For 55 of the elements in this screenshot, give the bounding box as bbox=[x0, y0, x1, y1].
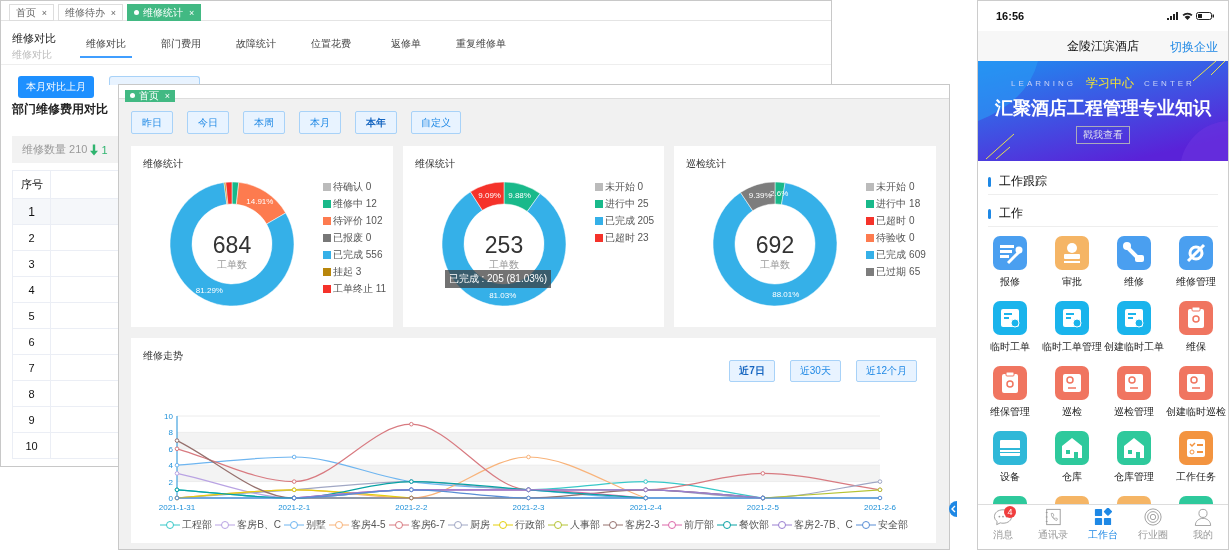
card-title: 维修走势 bbox=[142, 349, 183, 363]
table-cell: 7 bbox=[13, 355, 51, 380]
table-cell: 1 bbox=[13, 199, 51, 224]
table-cell: 4 bbox=[13, 277, 51, 302]
axis-label: 6 bbox=[168, 444, 173, 454]
percent-label: 9.88% bbox=[507, 191, 531, 201]
table-cell: 3 bbox=[13, 251, 51, 276]
total-value: 684 bbox=[212, 232, 252, 258]
stat-change: 1 bbox=[101, 143, 108, 156]
card-title: 维保统计 bbox=[413, 157, 456, 171]
axis-label: 10 bbox=[164, 412, 173, 421]
page-title: 维修对比 bbox=[12, 31, 57, 46]
table-cell: 8 bbox=[13, 381, 51, 406]
total-label: 工单数 bbox=[760, 259, 791, 270]
stat-label: 维修数量 210 bbox=[22, 142, 88, 157]
card-title: 维修统计 bbox=[142, 157, 184, 171]
section-heading: 工作 bbox=[999, 205, 1023, 222]
axis-label: 2021-2-5 bbox=[746, 503, 779, 512]
axis-label: 8 bbox=[168, 428, 173, 438]
hotel-name: 金陵江滨酒店 bbox=[1067, 37, 1139, 55]
percent-label: 81.03% bbox=[488, 291, 516, 300]
percent-label: 88.01% bbox=[772, 289, 800, 299]
total-label: 工单数 bbox=[217, 259, 247, 270]
chart-tooltip: 已完成 : 205 (81.03%) bbox=[444, 270, 552, 288]
total-value: 692 bbox=[756, 232, 795, 258]
status-time: 16:56 bbox=[996, 10, 1025, 22]
axis-label: 2021-2-4 bbox=[629, 503, 662, 512]
table-cell: 5 bbox=[13, 303, 51, 328]
table-cell: 9 bbox=[13, 407, 51, 432]
axis-label: 2021-2-3 bbox=[512, 503, 545, 512]
percent-label: 9.09% bbox=[477, 191, 501, 201]
unread-badge: 4 bbox=[1004, 506, 1016, 518]
section-heading: 工作跟踪 bbox=[999, 173, 1047, 190]
total-value: 253 bbox=[484, 232, 523, 258]
banner-headline: 汇聚酒店工程管理专业知识 bbox=[995, 96, 1211, 120]
axis-label: 2021-2-1 bbox=[278, 503, 311, 512]
axis-label: 4 bbox=[168, 461, 173, 471]
axis-label: 2 bbox=[168, 477, 173, 487]
banner-caption: CENTER bbox=[1144, 79, 1195, 88]
card-title: 巡检统计 bbox=[685, 157, 728, 171]
axis-label: 0 bbox=[168, 494, 173, 503]
banner-highlight: 学习中心 bbox=[1086, 75, 1134, 92]
total-label: 工单数 bbox=[488, 259, 519, 270]
table-cell: 2 bbox=[13, 225, 51, 250]
percent-label: 14.91% bbox=[246, 197, 274, 207]
column-header: 序号 bbox=[13, 171, 51, 198]
banner-caption: LEARNING bbox=[1011, 79, 1076, 88]
axis-label: 2021-1-31 bbox=[158, 503, 196, 512]
percent-label: 81.29% bbox=[195, 285, 223, 295]
page-subtitle: 维修对比 bbox=[12, 48, 53, 62]
axis-label: 2021-2-2 bbox=[395, 503, 428, 512]
table-cell: 10 bbox=[13, 433, 51, 458]
table-cell: 6 bbox=[13, 329, 51, 354]
axis-label: 2021-2-6 bbox=[864, 503, 896, 512]
section-title: 部门维修费用对比 bbox=[12, 102, 108, 116]
